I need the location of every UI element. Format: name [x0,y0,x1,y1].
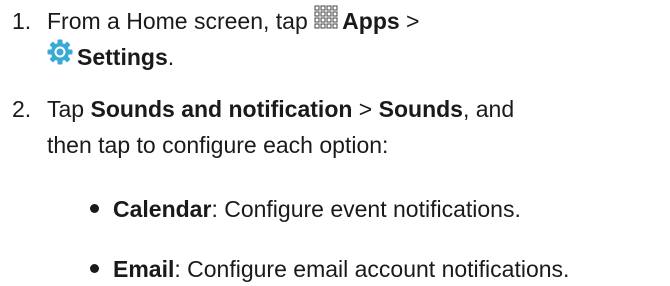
step-text-segment: , and [462,96,515,122]
bullet-description: : Configure email account notifications. [174,256,570,282]
step-number: 2. [12,96,32,122]
step-line: then tap to configure each option: [47,132,389,158]
step-text: From a Home screen, tap Apps > Settings. [47,4,419,76]
bullet-item-calendar: Calendar: Configure event notifications. [90,192,521,226]
step-line: Settings. [47,39,419,76]
settings-gear-icon [47,39,73,74]
step-text: Tap Sounds and notification > Sounds, an… [47,92,514,164]
step-text-segment: Tap [47,96,91,122]
settings-label: Settings [77,44,168,70]
step-text-segment: > [352,96,379,122]
sounds-label: Sounds [378,96,463,122]
step-text-segment: > [399,8,420,34]
bullet-item-email: Email: Configure email account notificat… [90,252,569,286]
apps-grid-icon [314,4,338,38]
step-text-segment: . [167,44,175,70]
bullet-term: Email [113,256,175,282]
step-line: Tap Sounds and notification > Sounds, an… [47,92,514,128]
step-text-segment: From a Home screen, tap [47,8,315,34]
step-number: 1. [12,8,32,34]
bullet-dot [90,204,99,214]
bullet-description: : Configure event notifications. [211,196,521,222]
sounds-and-notification-label: Sounds and notification [90,96,353,122]
bullet-term: Calendar [113,196,212,222]
step-line: From a Home screen, tap Apps > [47,4,419,40]
apps-label: Apps [342,8,400,34]
bullet-dot [90,264,99,274]
